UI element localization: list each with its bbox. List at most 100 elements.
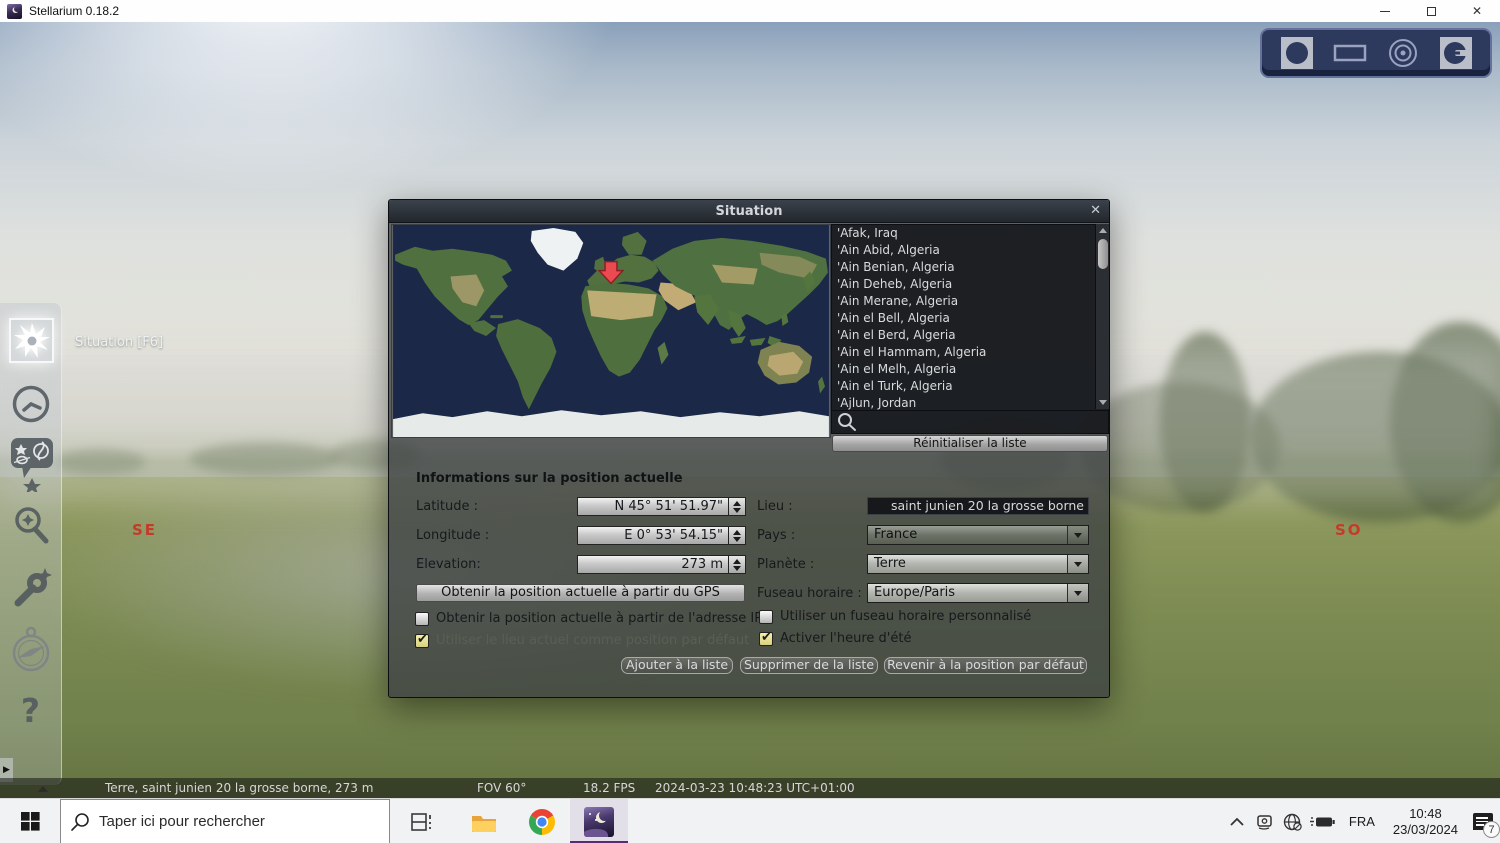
- socket-toggle-button[interactable]: [1439, 36, 1473, 70]
- stellarium-taskbar-button[interactable]: [570, 799, 628, 843]
- chevron-down-icon: [1074, 532, 1082, 538]
- tray-camera-button[interactable]: [1251, 799, 1279, 843]
- elevation-spinbox[interactable]: 273 m: [577, 555, 746, 574]
- sidebar-item-help[interactable]: ?: [21, 691, 40, 730]
- gps-button[interactable]: Obtenir la position actuelle à partir du…: [416, 584, 745, 602]
- chrome-icon: [528, 808, 556, 835]
- sky-viewing-options-icon: [10, 438, 53, 494]
- tray-battery-button[interactable]: [1307, 799, 1339, 843]
- world-map[interactable]: [391, 224, 831, 438]
- city-list-item[interactable]: 'Ain el Turk, Algeria: [837, 378, 1108, 395]
- sidebar-item-sky-options[interactable]: [8, 436, 54, 496]
- chevron-down-icon: [1074, 561, 1082, 567]
- custom-timezone-checkbox-row[interactable]: Utiliser un fuseau horaire personnalisé: [759, 609, 1031, 624]
- search-icon: [838, 413, 856, 431]
- default-location-checkbox-row[interactable]: Utiliser le lieu actuel comme position p…: [415, 632, 749, 648]
- chrome-button[interactable]: [518, 799, 566, 843]
- latitude-spinbox[interactable]: N 45° 51' 51.97": [577, 497, 746, 516]
- taskbar-time: 10:48: [1409, 805, 1442, 821]
- scrollbar-thumb[interactable]: [1097, 239, 1108, 269]
- scroll-down-button[interactable]: [1096, 396, 1110, 409]
- task-view-button[interactable]: [400, 799, 444, 843]
- default-location-checkbox[interactable]: [415, 632, 429, 648]
- chevron-up-icon: [1230, 817, 1244, 826]
- latitude-value[interactable]: N 45° 51' 51.97": [577, 497, 729, 516]
- dropdown-arrow-button[interactable]: [1067, 526, 1088, 544]
- pays-label: Pays :: [757, 528, 796, 543]
- sidebar-item-location[interactable]: [9, 318, 54, 363]
- language-indicator[interactable]: FRA: [1339, 814, 1385, 829]
- city-list-item[interactable]: 'Ain Abid, Algeria: [837, 242, 1108, 259]
- city-list-item[interactable]: 'Ain el Hammam, Algeria: [837, 344, 1108, 361]
- dialog-close-button[interactable]: ✕: [1090, 203, 1101, 218]
- remove-from-list-button[interactable]: Supprimer de la liste: [740, 657, 878, 674]
- ip-checkbox-row[interactable]: Obtenir la position actuelle à partir de…: [415, 611, 762, 626]
- elevation-value[interactable]: 273 m: [577, 555, 729, 574]
- fuseau-label: Fuseau horaire :: [757, 586, 862, 601]
- astronomical-compass-icon: [12, 626, 49, 672]
- custom-timezone-checkbox[interactable]: [759, 609, 773, 624]
- city-list-scrollbar[interactable]: [1095, 224, 1109, 409]
- battery-charging-icon: [1309, 816, 1335, 826]
- longitude-spin-arrows[interactable]: [729, 526, 746, 545]
- elevation-spin-arrows[interactable]: [729, 555, 746, 574]
- fuseau-dropdown[interactable]: Europe/Paris: [867, 583, 1089, 603]
- longitude-spinbox[interactable]: E 0° 53' 54.15": [577, 526, 746, 545]
- statusbar-collapse-arrow[interactable]: [38, 786, 48, 792]
- planete-dropdown[interactable]: Terre: [867, 554, 1089, 574]
- target-toggle-button[interactable]: [1386, 36, 1420, 70]
- reset-list-button[interactable]: Réinitialiser la liste: [832, 435, 1108, 452]
- sidebar-item-datetime[interactable]: [10, 383, 52, 429]
- dropdown-arrow-button[interactable]: [1067, 555, 1088, 573]
- city-list-item[interactable]: 'Ain el Berd, Algeria: [837, 327, 1108, 344]
- longitude-value[interactable]: E 0° 53' 54.15": [577, 526, 729, 545]
- city-search-input[interactable]: [862, 413, 1108, 431]
- location-starburst-icon: [13, 322, 50, 358]
- city-list-item[interactable]: 'Ain el Melh, Algeria: [837, 361, 1108, 378]
- latitude-spin-arrows[interactable]: [729, 497, 746, 516]
- scroll-up-button[interactable]: [1096, 224, 1110, 237]
- city-list-item[interactable]: 'Ajlun, Jordan: [837, 395, 1108, 410]
- file-explorer-button[interactable]: [460, 799, 508, 843]
- dst-checkbox-label: Activer l'heure d'été: [780, 631, 912, 646]
- sidebar-item-calculations[interactable]: [9, 625, 53, 681]
- taskbar-search[interactable]: [60, 799, 390, 843]
- pays-dropdown[interactable]: France: [867, 525, 1089, 545]
- add-to-list-button[interactable]: Ajouter à la liste: [621, 657, 733, 674]
- status-fps: 18.2 FPS: [583, 781, 636, 795]
- dropdown-arrow-button[interactable]: [1067, 584, 1088, 602]
- city-list-item[interactable]: 'Ain el Bell, Algeria: [837, 310, 1108, 327]
- maximize-button[interactable]: [1408, 0, 1454, 22]
- dialog-header[interactable]: Situation ✕: [389, 200, 1109, 223]
- sidebar-item-configuration[interactable]: [9, 565, 53, 615]
- city-list-item[interactable]: 'Ain Deheb, Algeria: [837, 276, 1108, 293]
- status-location: Terre, saint junien 20 la grosse borne, …: [105, 781, 374, 795]
- planete-value: Terre: [868, 555, 1067, 573]
- close-icon: ✕: [1471, 4, 1483, 18]
- tray-network-button[interactable]: [1279, 799, 1307, 843]
- status-datetime: 2024-03-23 10:48:23 UTC+01:00: [655, 781, 855, 795]
- city-list-item[interactable]: 'Afak, Iraq: [837, 225, 1108, 242]
- windows-logo-icon: [20, 812, 40, 831]
- circle-toggle-button[interactable]: [1280, 36, 1314, 70]
- taskbar-search-input[interactable]: [99, 813, 389, 830]
- sidebar-item-search[interactable]: [11, 506, 51, 552]
- city-list-item[interactable]: 'Ain Benian, Algeria: [837, 259, 1108, 276]
- close-button[interactable]: ✕: [1454, 0, 1500, 22]
- ip-checkbox[interactable]: [415, 611, 429, 626]
- latitude-label: Latitude :: [416, 499, 479, 514]
- minimize-button[interactable]: [1362, 0, 1408, 22]
- dst-checkbox-row[interactable]: Activer l'heure d'été: [759, 630, 912, 646]
- rectangle-toggle-button[interactable]: [1333, 36, 1367, 70]
- revert-default-button[interactable]: Revenir à la position par défaut: [884, 657, 1087, 674]
- section-title: Informations sur la position actuelle: [416, 471, 683, 486]
- fuseau-value: Europe/Paris: [868, 584, 1067, 602]
- lieu-input[interactable]: saint junien 20 la grosse borne: [867, 497, 1089, 515]
- start-button[interactable]: [8, 799, 52, 843]
- tray-chevron-button[interactable]: [1223, 799, 1251, 843]
- dst-checkbox[interactable]: [759, 630, 773, 646]
- taskbar-clock[interactable]: 10:48 23/03/2024: [1385, 806, 1466, 838]
- city-list-item[interactable]: 'Ain Merane, Algeria: [837, 293, 1108, 310]
- notification-center-button[interactable]: 7: [1466, 799, 1500, 843]
- chevron-down-icon: [1074, 590, 1082, 596]
